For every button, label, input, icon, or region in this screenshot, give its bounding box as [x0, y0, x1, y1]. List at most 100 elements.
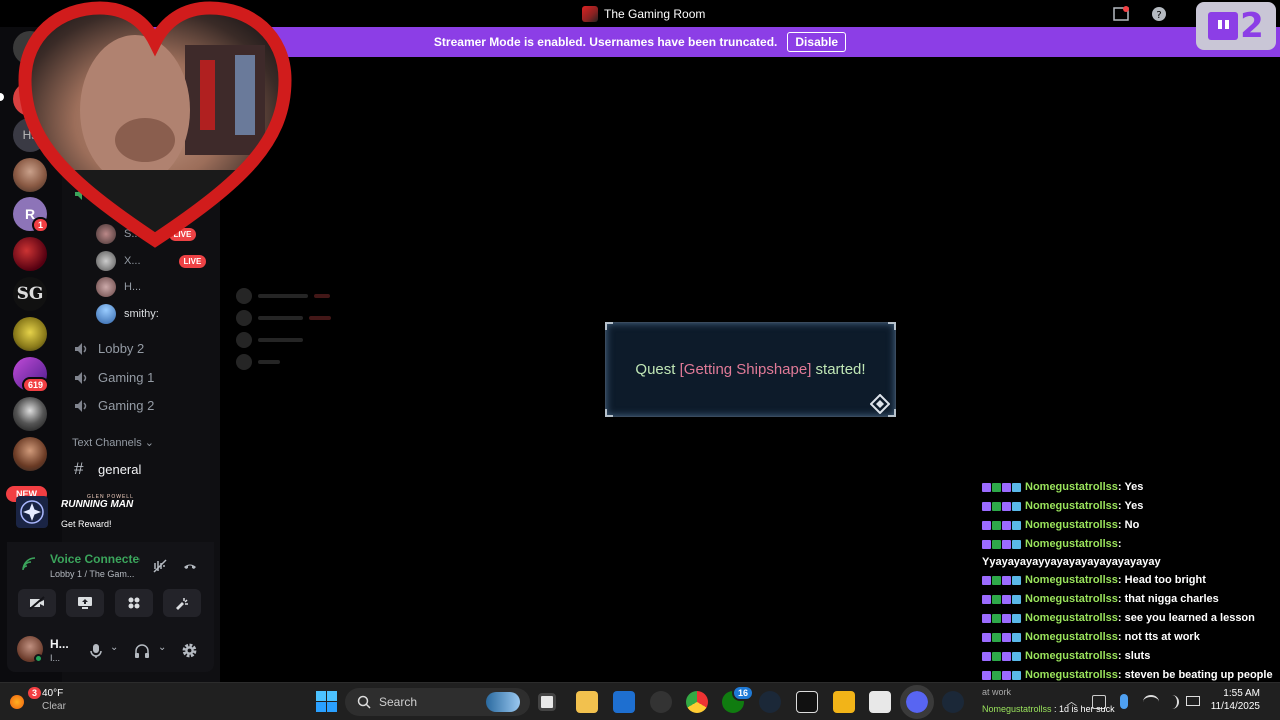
gear-icon[interactable] — [181, 642, 198, 659]
disable-streamer-mode-button[interactable]: Disable — [787, 32, 847, 52]
inbox-icon[interactable] — [1113, 6, 1129, 22]
chat-badge-icon — [1012, 671, 1021, 680]
discord-icon[interactable] — [900, 685, 934, 719]
chat-message-row: Nomegustatrollss : No — [982, 516, 1280, 535]
activities-button[interactable] — [115, 589, 153, 617]
chevron-down-icon[interactable]: ⌄ — [158, 642, 166, 653]
get-reward-link[interactable]: Get Reward! — [61, 519, 112, 529]
help-icon[interactable]: ? — [1151, 6, 1167, 22]
window-title: The Gaming Room — [582, 6, 705, 22]
voice-user-name: X... — [124, 255, 141, 267]
voice-channel-gaming-2[interactable]: Gaming 2 — [74, 398, 154, 413]
username[interactable]: H... — [50, 637, 69, 651]
chat-username: Nomegustatrollss — [1025, 631, 1118, 643]
windows-taskbar: 3 40°F Clear Search 16 ︿ 1:55 AM 11/14/2… — [0, 682, 1280, 720]
store-icon[interactable] — [613, 691, 635, 713]
user-panel: H... I... ⌄ ⌄ — [7, 630, 214, 672]
twitch-count: 2 — [1240, 6, 1264, 46]
chat-badge-icon — [1012, 595, 1021, 604]
task-view-icon[interactable] — [538, 693, 556, 711]
screen-share-button[interactable] — [66, 589, 104, 617]
promo-title: RUNNING MAN — [61, 499, 134, 510]
noise-suppression-icon[interactable] — [152, 558, 168, 574]
weather-icon[interactable] — [10, 695, 24, 709]
weather-temp: 40°F — [42, 688, 64, 699]
chat-badge-icon — [982, 483, 991, 492]
chat-message-row: Nomegustatrollss : sluts — [982, 647, 1280, 666]
chat-message-row: Nomegustatrollss : Yes — [982, 478, 1280, 497]
disconnect-icon[interactable] — [182, 558, 198, 574]
chat-badge-icon — [1002, 595, 1011, 604]
voice-user[interactable]: X... LIVE — [96, 251, 207, 271]
chat-badge-icon — [1012, 576, 1021, 585]
chat-badge-icon — [1012, 483, 1021, 492]
chat-badge-icon — [1002, 652, 1011, 661]
server-sg-icon[interactable]: SG — [13, 277, 47, 311]
voice-user-name: H... — [124, 281, 142, 293]
chevron-down-icon[interactable]: ⌄ — [110, 642, 118, 653]
chat-badge-icon — [992, 671, 1001, 680]
clock[interactable]: 1:55 AM 11/14/2025 — [1211, 687, 1260, 713]
soundboard-icon — [176, 598, 188, 610]
chat-message: : that nigga charles — [1117, 593, 1219, 605]
chat-username: Nomegustatrollss — [1025, 650, 1118, 662]
microphone-tray-icon[interactable] — [1120, 694, 1128, 709]
weather-desc: Clear — [42, 701, 66, 712]
quest-reward-card[interactable]: GLEN POWELL RUNNING MAN Get Reward! — [7, 484, 214, 541]
channel-name: Gaming 1 — [98, 370, 155, 385]
microphone-icon[interactable] — [89, 643, 103, 659]
server-icon[interactable] — [13, 317, 47, 351]
rockstar-icon[interactable] — [833, 691, 855, 713]
windows-start-icon[interactable] — [316, 691, 337, 712]
text-channel-general[interactable]: # general — [74, 459, 141, 479]
chrome-icon[interactable] — [686, 691, 708, 713]
quest-emblem-icon — [16, 496, 48, 528]
voice-user-name: smithy: — [124, 308, 159, 320]
diamond-marker-icon — [870, 394, 890, 414]
voice-location[interactable]: Lobby 1 / The Gam... — [50, 569, 134, 579]
clock-time: 1:55 AM — [1223, 688, 1260, 699]
chat-badge-icon — [992, 540, 1001, 549]
text-channels-category[interactable]: Text Channels ⌄ — [72, 436, 154, 449]
window-title-text: The Gaming Room — [604, 7, 706, 21]
volume-icon[interactable] — [1165, 695, 1179, 709]
chat-badge-icon — [1002, 483, 1011, 492]
battery-icon[interactable] — [1186, 696, 1200, 706]
epic-games-icon[interactable] — [796, 691, 818, 713]
file-explorer-icon[interactable] — [576, 691, 598, 713]
headphones-icon[interactable] — [134, 643, 150, 659]
7zip-icon[interactable] — [869, 691, 891, 713]
status-indicator — [34, 654, 43, 663]
live-badge: LIVE — [178, 254, 207, 268]
voice-channel-lobby-2[interactable]: Lobby 2 — [74, 341, 144, 356]
search-icon — [357, 695, 371, 709]
weather-widget[interactable]: 40°F Clear — [42, 687, 66, 713]
chat-badge-icon — [1012, 614, 1021, 623]
server-sg-label: SG — [16, 284, 44, 304]
soundboard-button[interactable] — [163, 589, 201, 617]
voice-status[interactable]: Voice Connected — [50, 552, 140, 566]
steam-icon[interactable] — [942, 691, 964, 713]
chat-badge-icon — [1012, 521, 1021, 530]
chat-message-row: Nomegustatrollss : see you learned a les… — [982, 609, 1280, 628]
server-icon[interactable] — [13, 437, 47, 471]
twitch-overlay-badge: 2 — [1196, 2, 1276, 50]
avatar — [96, 251, 116, 271]
camera-off-button[interactable] — [18, 589, 56, 617]
taskbar-search[interactable]: Search — [345, 688, 530, 716]
server-logo-icon — [582, 6, 598, 22]
chat-badge-icon — [1012, 633, 1021, 642]
steam-icon[interactable] — [759, 691, 781, 713]
voice-user[interactable]: H... — [96, 277, 141, 297]
chat-message-continuation: Yyayayayayyayayayayayayayayay — [982, 556, 1161, 568]
faded-voice-overlay — [236, 285, 331, 373]
voice-user[interactable]: smithy: — [96, 304, 159, 324]
chat-badge-icon — [982, 540, 991, 549]
obs-icon[interactable] — [650, 691, 672, 713]
voice-channel-gaming-1[interactable]: Gaming 1 — [74, 370, 154, 385]
wifi-icon[interactable] — [1143, 695, 1159, 709]
chevron-down-icon: ⌄ — [144, 437, 154, 449]
server-icon[interactable] — [13, 397, 47, 431]
quest-suffix: started! — [811, 361, 866, 378]
avatar — [96, 304, 116, 324]
